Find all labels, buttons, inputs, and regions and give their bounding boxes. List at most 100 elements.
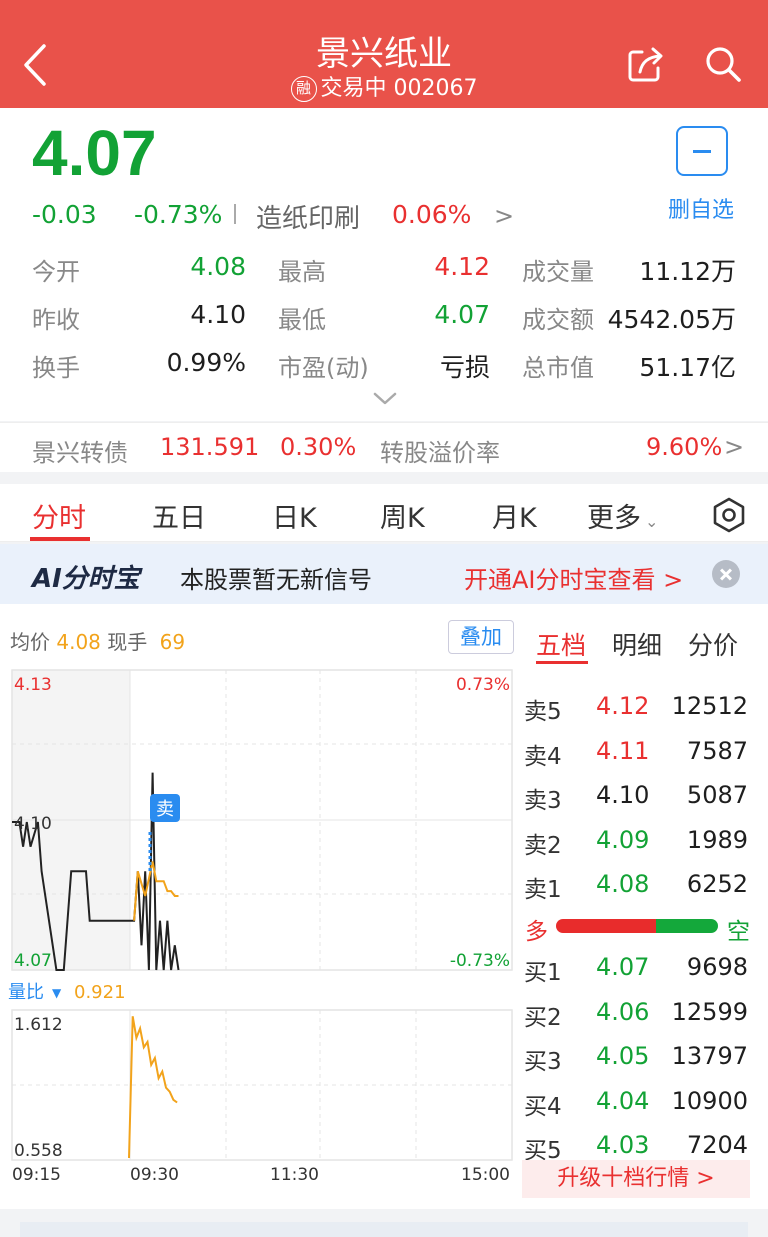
ai-banner: AI分时宝 本股票暂无新信号 开通AI分时宝查看 >	[0, 544, 768, 604]
tab-weekly-k[interactable]: 周K	[380, 496, 425, 535]
convertible-bond-row[interactable]: 景兴转债 131.591 0.30% 转股溢价率 9.60% >	[0, 422, 768, 472]
ai-open-link[interactable]: 开通AI分时宝查看 >	[464, 560, 683, 595]
industry-change-pct[interactable]: 0.06%	[392, 200, 471, 229]
ask-volume: 1989	[686, 826, 748, 854]
stat-label: 成交量	[522, 258, 594, 286]
y-tick-label: 0.558	[14, 1141, 63, 1161]
tab-daily-k[interactable]: 日K	[272, 496, 317, 535]
stat-value: 51.17亿	[639, 353, 736, 382]
tab-more[interactable]: 更多 ⌄	[587, 496, 658, 535]
premium-value: 9.60%	[646, 433, 723, 461]
bid-price: 4.05	[596, 1042, 650, 1070]
bid-label: 买4	[524, 1094, 562, 1120]
ai-message: 本股票暂无新信号	[180, 566, 372, 594]
overlay-button[interactable]: 叠加	[448, 620, 514, 654]
ask-label: 卖1	[524, 877, 562, 903]
close-icon[interactable]	[712, 560, 740, 588]
stat-label: 最高	[278, 258, 326, 286]
tab-five-day[interactable]: 五日	[152, 496, 206, 535]
chart-area: 卖 4.13 4.10 4.07 0.73% -0.73% 量比 ▼ 0.921…	[0, 604, 768, 1209]
bottom-bar	[20, 1222, 748, 1237]
ask-price: 4.09	[596, 826, 650, 854]
chevron-down-icon: ⌄	[645, 512, 659, 531]
volume-ratio-value: 0.921	[74, 982, 126, 1003]
ask-volume: 5087	[686, 781, 748, 809]
series-line	[128, 1016, 178, 1159]
bid-volume: 7204	[686, 1131, 748, 1159]
bid-volume: 12599	[671, 998, 748, 1026]
y-tick-label: 4.13	[14, 675, 52, 695]
avg-label: 均价	[10, 630, 50, 654]
bull-label: 多	[525, 919, 548, 945]
intraday-chart[interactable]: 卖 4.13 4.10 4.07 0.73% -0.73% 量比 ▼ 0.921…	[0, 604, 768, 1209]
stat-value: 4542.05万	[607, 305, 736, 334]
ask-volume: 7587	[686, 737, 748, 765]
stat-label: 昨收	[32, 306, 80, 334]
premium-label: 转股溢价率	[380, 439, 500, 467]
x-tick-label: 09:15	[12, 1165, 61, 1185]
tab-intraday[interactable]: 分时	[32, 496, 86, 535]
tab-details[interactable]: 明细	[612, 626, 662, 662]
last-vol-label: 现手	[107, 630, 148, 654]
bid-price: 4.07	[596, 953, 650, 981]
sell-marker-label: 卖	[156, 799, 174, 820]
ask-label: 卖4	[524, 744, 562, 770]
ask-label: 卖3	[524, 788, 562, 814]
tab-more-label: 更多	[587, 503, 641, 534]
chevron-right-icon[interactable]: >	[494, 202, 514, 230]
right-tick-label: -0.73%	[450, 951, 510, 971]
tab-monthly-k[interactable]: 月K	[492, 496, 537, 535]
x-tick-label: 15:00	[461, 1165, 510, 1185]
bull-strength-bar	[556, 919, 656, 933]
bid-label: 买2	[524, 1005, 562, 1031]
bond-price: 131.591	[160, 433, 260, 461]
stat-label: 总市值	[522, 354, 594, 382]
tab-price-distribution[interactable]: 分价	[688, 626, 738, 662]
ask-price: 4.10	[596, 781, 650, 809]
x-tick-label: 11:30	[270, 1165, 319, 1185]
price-change: -0.03	[32, 200, 97, 229]
upgrade-ten-level-button[interactable]: 升级十档行情 >	[522, 1160, 750, 1198]
remove-watchlist-button[interactable]	[676, 126, 728, 176]
price-change-pct: -0.73%	[134, 200, 223, 229]
current-price: 4.07	[32, 117, 157, 189]
avg-price-line: 均价 4.08 现手 69	[10, 626, 185, 655]
chevron-right-icon[interactable]: >	[724, 433, 744, 461]
x-tick-label: 09:30	[130, 1165, 179, 1185]
tab-five-level[interactable]: 五档	[536, 626, 586, 662]
ask-label: 卖5	[524, 699, 562, 725]
industry-link[interactable]: 造纸印刷	[256, 198, 360, 235]
ask-volume: 12512	[671, 692, 748, 720]
bid-price: 4.04	[596, 1087, 650, 1115]
bear-strength-bar	[656, 919, 718, 933]
stat-label: 最低	[278, 306, 326, 334]
stat-label: 换手	[32, 354, 80, 382]
tab-active-indicator	[30, 537, 90, 541]
stat-value: 4.10	[190, 300, 246, 329]
margin-badge: 融	[290, 76, 317, 102]
share-icon[interactable]	[626, 44, 666, 84]
trading-status: 交易中	[320, 76, 387, 101]
chevron-down-icon[interactable]	[372, 390, 398, 408]
bid-price: 4.03	[596, 1131, 650, 1159]
stat-value: 亏损	[439, 353, 490, 382]
ask-price: 4.11	[596, 737, 650, 765]
ask-label: 卖2	[524, 833, 562, 859]
y-tick-label: 4.10	[14, 814, 52, 834]
bond-name: 景兴转债	[32, 439, 128, 467]
bid-price: 4.06	[596, 998, 650, 1026]
volume-ratio-label[interactable]: 量比	[8, 982, 44, 1003]
search-icon[interactable]	[703, 44, 743, 84]
stat-label: 成交额	[522, 306, 594, 334]
bond-change-pct: 0.30%	[280, 433, 357, 461]
stat-value: 0.99%	[166, 348, 246, 377]
ai-logo: AI分时宝	[32, 564, 140, 594]
stat-value: 4.07	[434, 300, 490, 329]
stat-value: 4.08	[190, 252, 246, 281]
settings-icon[interactable]	[711, 497, 747, 533]
y-tick-label: 1.612	[14, 1015, 63, 1035]
y-tick-label: 4.07	[14, 951, 52, 971]
ask-price: 4.08	[596, 870, 650, 898]
remove-watchlist-label[interactable]: 删自选	[668, 192, 734, 224]
dropdown-icon[interactable]: ▼	[52, 986, 62, 1000]
